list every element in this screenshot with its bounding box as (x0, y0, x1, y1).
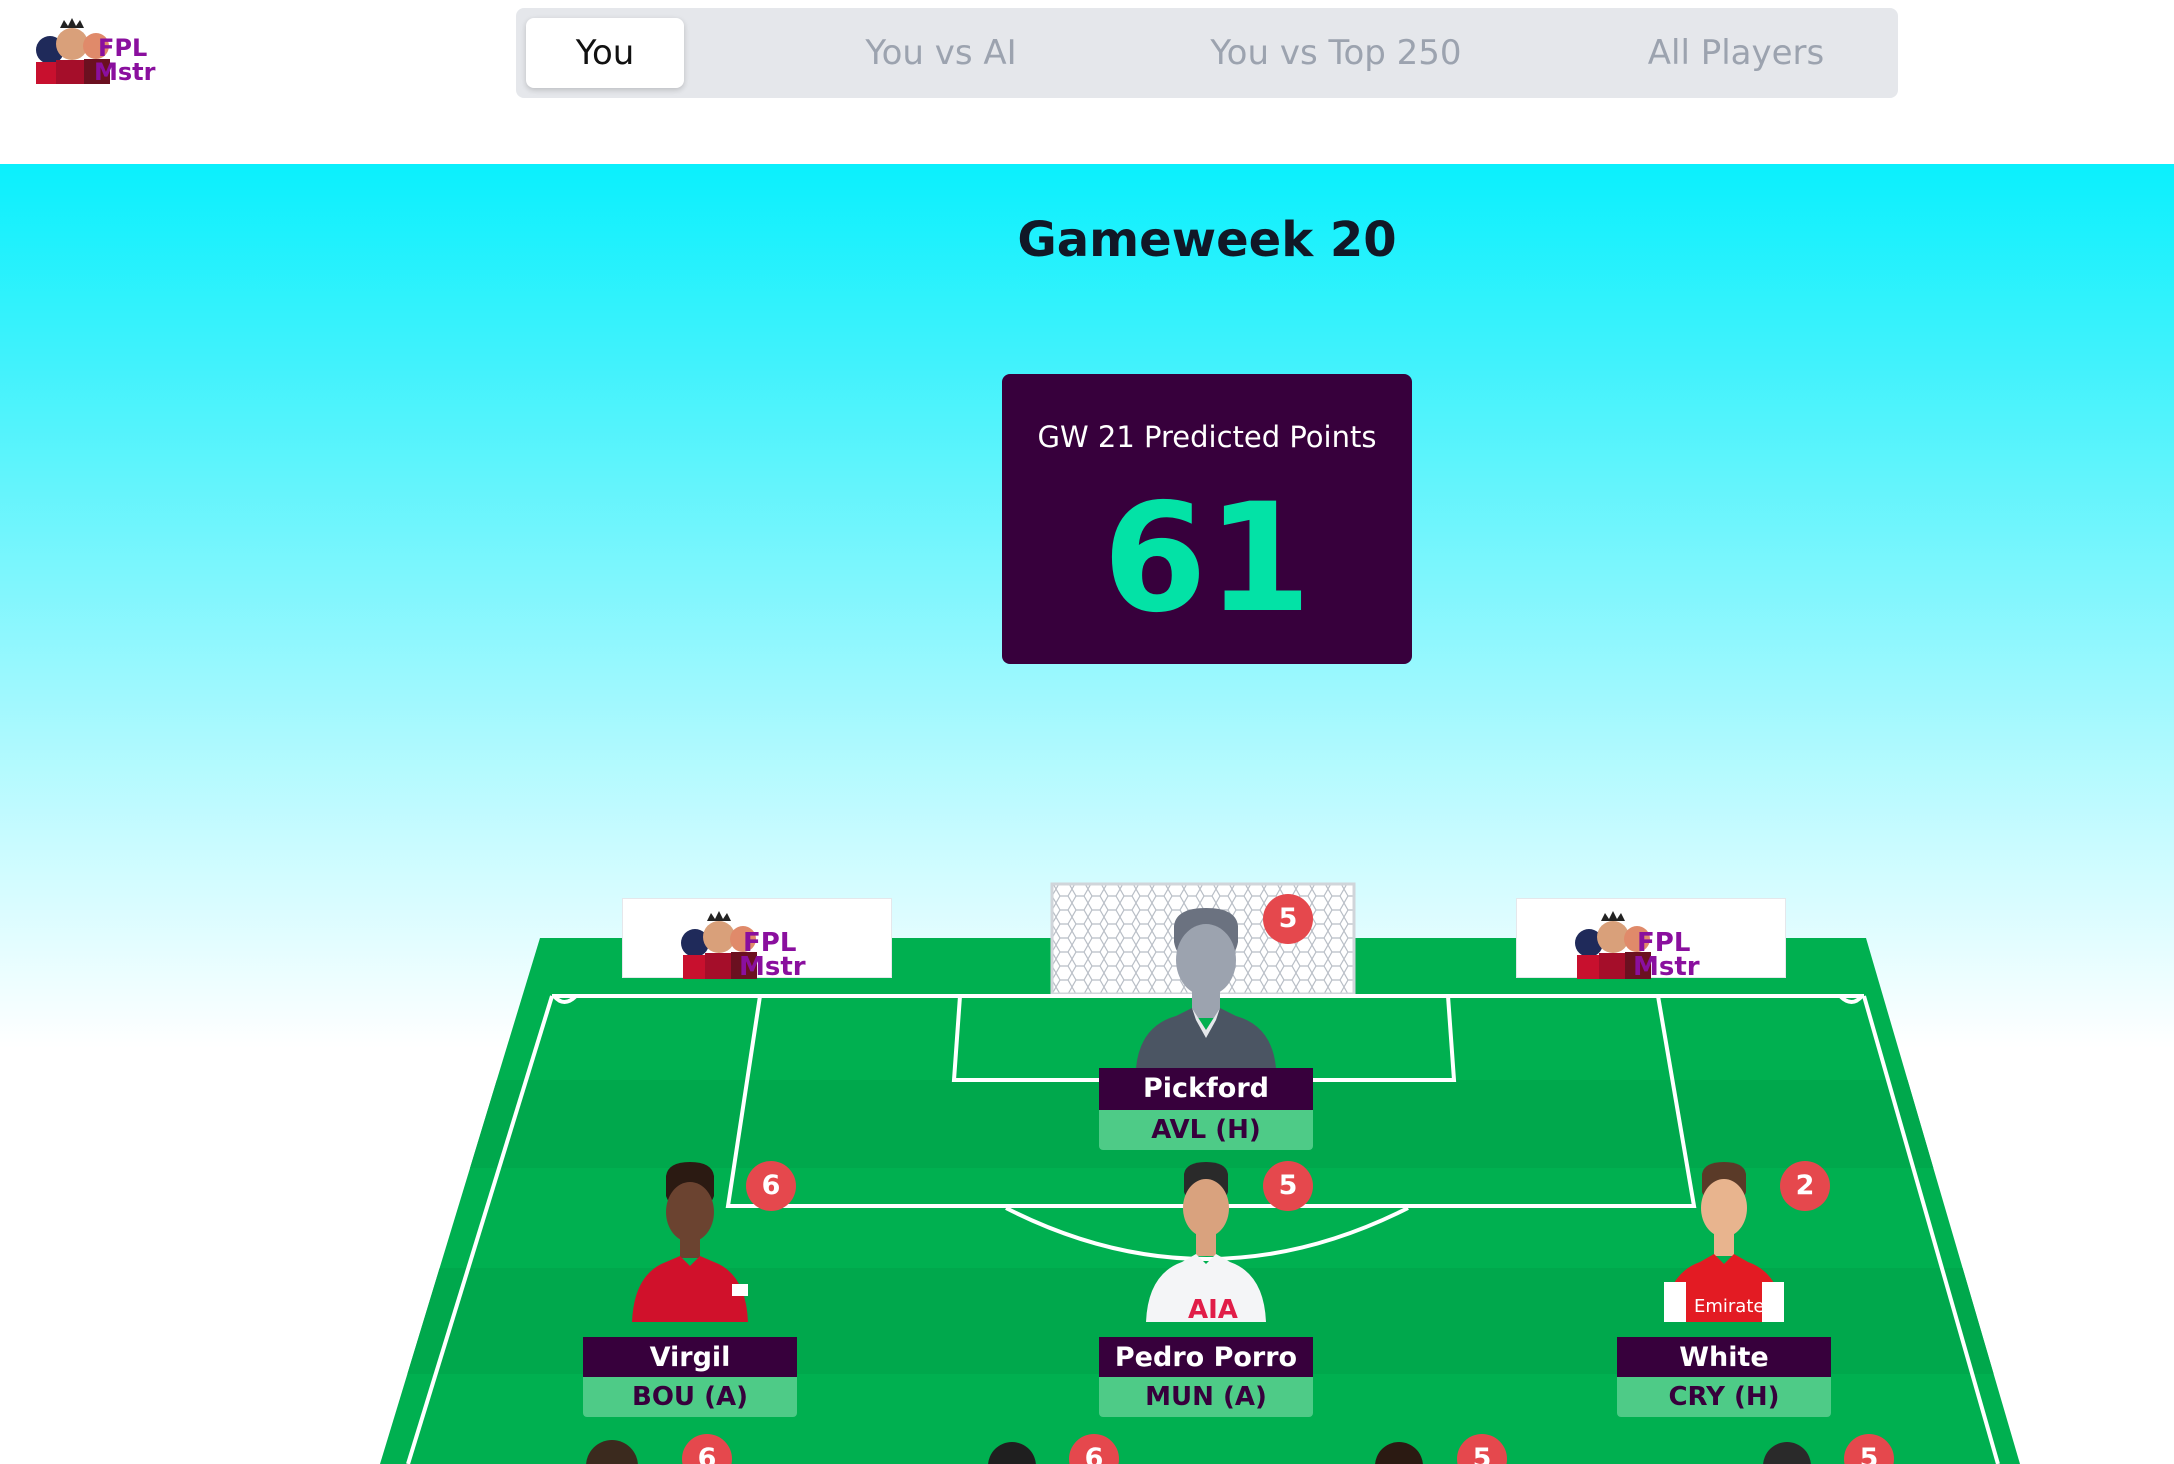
points-badge-pickford: 5 (1263, 894, 1313, 944)
svg-text:Emirates: Emirates (1694, 1296, 1774, 1317)
player-name: Pedro Porro (1099, 1337, 1313, 1379)
svg-text:AIA: AIA (1188, 1295, 1238, 1322)
player-fixture: BOU (A) (583, 1377, 797, 1417)
arsenal-kit-icon: Emirates (1664, 1162, 1784, 1322)
ad-board-right: FPL Mstr (1516, 898, 1786, 982)
ad-left-text-2: Mstr (739, 952, 806, 979)
player-fixture: CRY (H) (1617, 1377, 1831, 1417)
football-pitch (380, 882, 2020, 1464)
player-name: Pickford (1099, 1068, 1313, 1110)
player-name: White (1617, 1337, 1831, 1379)
page: FPL Mstr You You vs AI You vs Top 250 Al… (0, 0, 2174, 1464)
tottenham-kit-icon: AIA (1146, 1162, 1266, 1322)
liverpool-kit-icon (632, 1162, 748, 1322)
player-name: Virgil (583, 1337, 797, 1379)
points-badge-white: 2 (1780, 1161, 1830, 1211)
player-fixture: AVL (H) (1099, 1110, 1313, 1150)
ad-board-left: FPL Mstr (622, 898, 892, 982)
player-fixture: MUN (A) (1099, 1377, 1313, 1417)
ad-right-text-2: Mstr (1633, 952, 1700, 979)
goalkeeper-silhouette-icon (1136, 908, 1276, 1068)
points-badge-pedro-porro: 5 (1263, 1161, 1313, 1211)
points-badge-virgil: 6 (746, 1161, 796, 1211)
